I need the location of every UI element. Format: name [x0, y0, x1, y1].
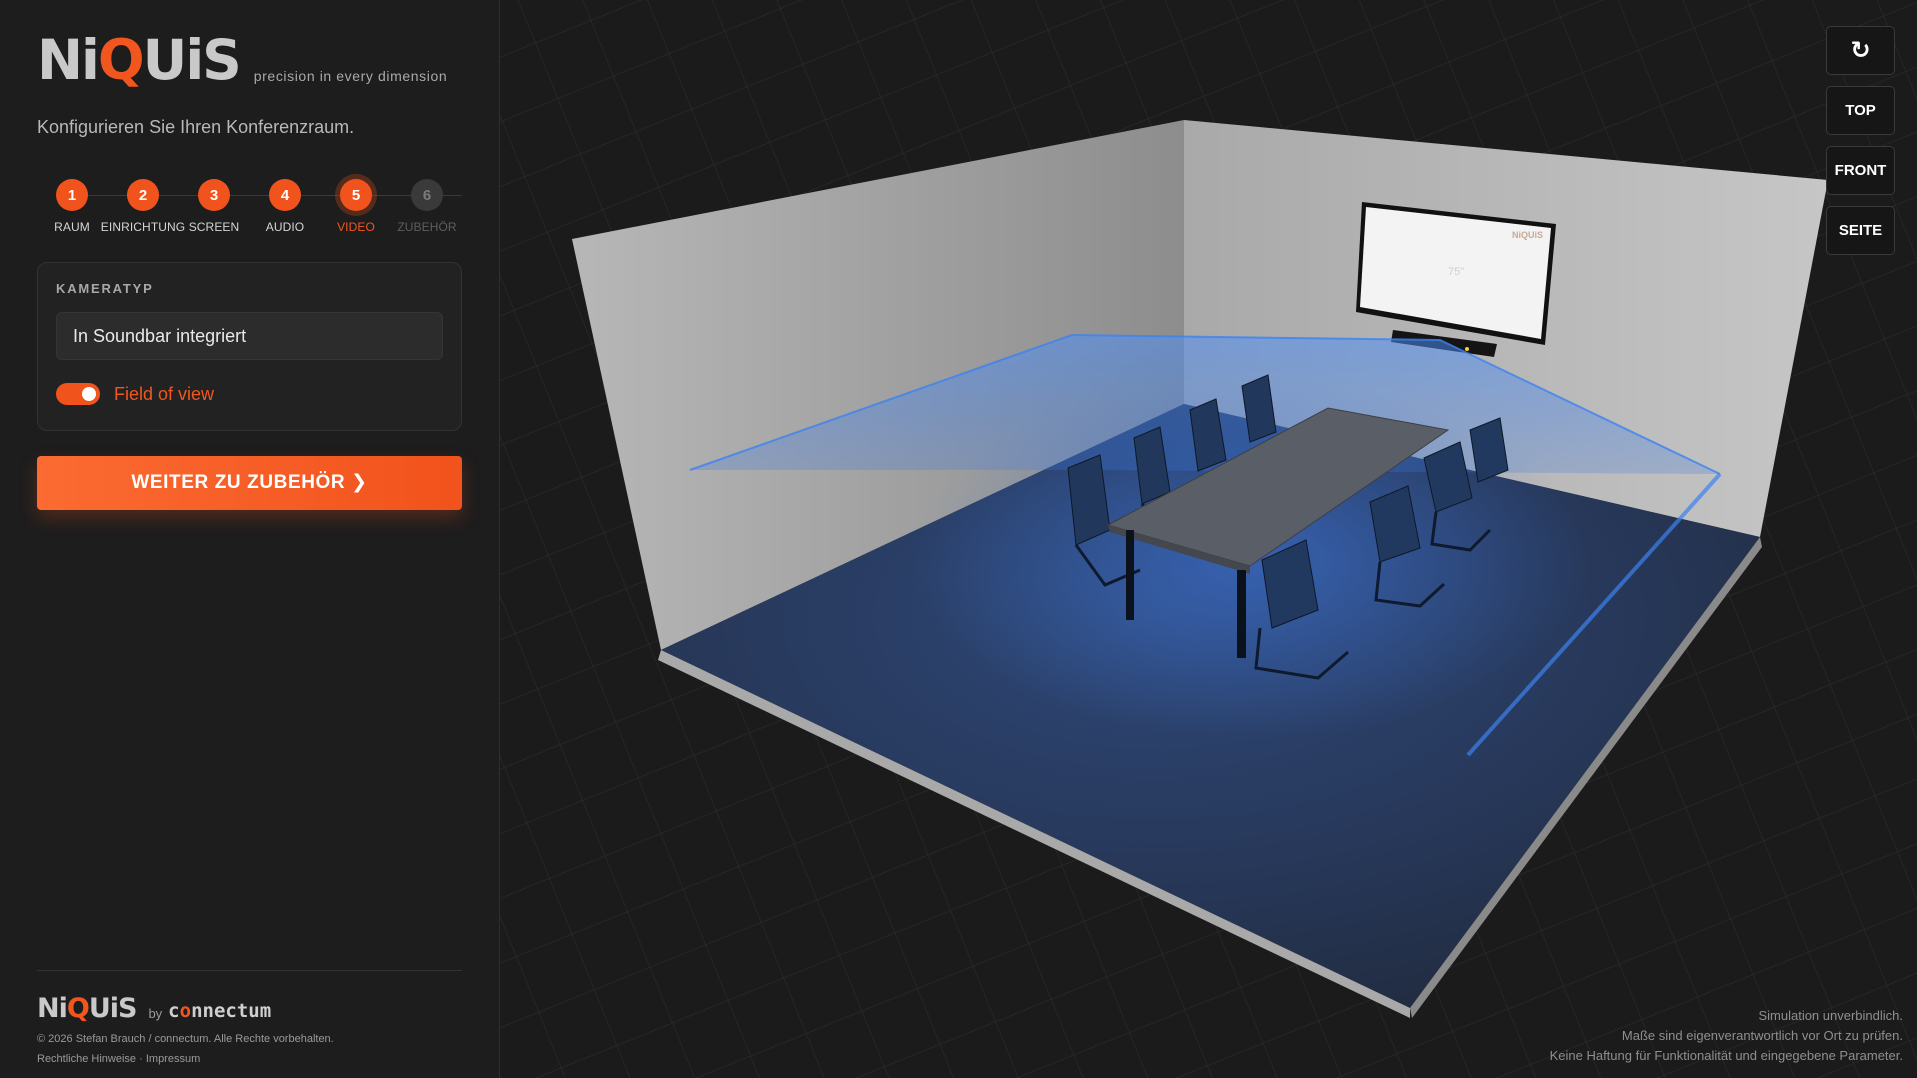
- connectum-logo: connectum: [168, 1000, 272, 1022]
- logo: NiQUiS precision in every dimension: [37, 32, 447, 88]
- view-front-button[interactable]: FRONT: [1826, 146, 1895, 195]
- step-number: 4: [269, 179, 301, 211]
- view-side-button[interactable]: SEITE: [1826, 206, 1895, 255]
- brand-logo: NiQUiS: [37, 28, 242, 92]
- imprint-link[interactable]: Impressum: [146, 1053, 200, 1065]
- 3d-viewport[interactable]: 75" NiQUiS: [500, 0, 1917, 1078]
- room-scene[interactable]: 75" NiQUiS: [500, 0, 1917, 1078]
- camera-type-heading: KAMERATYP: [56, 281, 154, 296]
- tagline: precision in every dimension: [253, 68, 448, 84]
- separator-dot: ·: [139, 1053, 143, 1065]
- screen-logo: NiQUiS: [1512, 230, 1543, 240]
- sidebar: NiQUiS precision in every dimension Konf…: [0, 0, 500, 1078]
- disclaimer-line: Maße sind eigenverantwortlich vor Ort zu…: [1621, 1028, 1903, 1043]
- disclaimer-line: Simulation unverbindlich.: [1758, 1008, 1903, 1023]
- table-leg: [1126, 530, 1134, 620]
- intro-text: Konfigurieren Sie Ihren Konferenzraum.: [37, 117, 355, 137]
- reset-view-button[interactable]: ↻: [1826, 26, 1895, 75]
- footer-logo: NiQUiS by connectum: [37, 995, 271, 1023]
- disclaimer-line: Keine Haftung für Funktionalität und ein…: [1549, 1048, 1903, 1063]
- table-leg: [1237, 570, 1246, 658]
- fov-label[interactable]: Field of view: [114, 384, 214, 405]
- step-number: 3: [198, 179, 230, 211]
- toggle-knob: [82, 387, 96, 401]
- copyright: © 2026 Stefan Brauch / connectum. Alle R…: [37, 1033, 334, 1045]
- footer-divider: [37, 970, 462, 971]
- fov-toggle-row: Field of view: [56, 383, 214, 405]
- stepper: 1 RAUM 2 EINRICHTUNG 3 SCREEN 4 AUDIO 5 …: [37, 176, 462, 236]
- camera-card: KAMERATYP In Soundbar integriert Field o…: [37, 262, 462, 431]
- legal-links: Rechtliche Hinweise · Impressum: [37, 1053, 200, 1065]
- reset-icon: ↻: [1850, 37, 1871, 64]
- screen-size-label: 75": [1448, 266, 1464, 278]
- fov-toggle[interactable]: [56, 383, 100, 405]
- camera-type-select[interactable]: In Soundbar integriert: [56, 312, 443, 360]
- disclaimer: Simulation unverbindlich. Maße sind eige…: [1550, 1006, 1903, 1066]
- footer-by: by: [148, 1006, 163, 1021]
- footer-brand: NiQUiS: [37, 993, 137, 1024]
- view-top-button[interactable]: TOP: [1826, 86, 1895, 135]
- step-zubehoer: 6 ZUBEHÖR: [382, 176, 472, 234]
- camera-led: [1465, 347, 1469, 351]
- step-number: 2: [127, 179, 159, 211]
- legal-notice-link[interactable]: Rechtliche Hinweise: [37, 1053, 136, 1065]
- next-accessories-button[interactable]: WEITER ZU ZUBEHÖR ❯: [37, 456, 462, 510]
- step-number: 6: [411, 179, 443, 211]
- step-label: ZUBEHÖR: [397, 220, 457, 234]
- step-number: 5: [340, 179, 372, 211]
- step-number: 1: [56, 179, 88, 211]
- app: NiQUiS precision in every dimension Konf…: [0, 0, 1917, 1078]
